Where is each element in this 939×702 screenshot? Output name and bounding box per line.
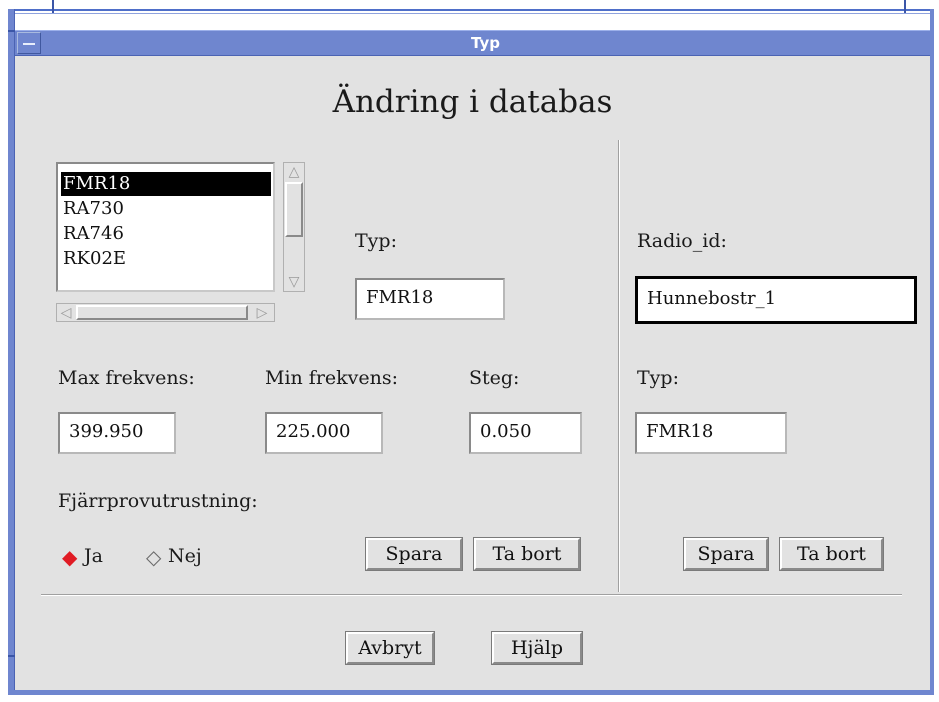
window-frame-top-line — [8, 13, 934, 14]
frame-corner-notch — [904, 0, 906, 13]
max-frequency-label: Max frekvens: — [58, 367, 195, 389]
window-frame-top — [8, 9, 934, 11]
right-type-field[interactable]: FMR18 — [635, 412, 787, 454]
step-field[interactable]: 0.050 — [469, 412, 582, 454]
radio-selected-icon: ◆ — [62, 545, 78, 569]
radio-yes[interactable]: ◆ Ja — [62, 544, 140, 570]
window-frame-left[interactable] — [8, 9, 15, 695]
panel-divider — [618, 140, 620, 592]
radio-no-label: Nej — [168, 545, 202, 567]
radio-unselected-icon: ◇ — [146, 545, 162, 569]
type-listbox[interactable]: FMR18 RA730 RA746 RK02E — [56, 162, 275, 292]
type-label: Typ: — [355, 230, 397, 252]
list-item[interactable]: RA730 — [61, 197, 271, 221]
type-field[interactable]: FMR18 — [355, 278, 505, 320]
horizontal-scroll-thumb[interactable] — [76, 305, 248, 320]
left-delete-button[interactable]: Ta bort — [473, 537, 581, 571]
window-menu-button[interactable] — [17, 32, 41, 54]
scroll-down-arrow-icon[interactable]: ▽ — [286, 275, 302, 289]
min-frequency-label: Min frekvens: — [265, 367, 399, 389]
frame-corner-notch — [52, 0, 54, 13]
footer-divider — [41, 594, 902, 596]
frame-corner-notch — [8, 655, 15, 657]
radio-yes-label: Ja — [84, 545, 103, 567]
scroll-up-arrow-icon[interactable]: △ — [286, 165, 302, 179]
right-save-button[interactable]: Spara — [683, 537, 769, 571]
max-frequency-field[interactable]: 399.950 — [58, 412, 176, 454]
window-title: Typ — [471, 34, 500, 52]
dialog-heading: Ändring i databas — [332, 84, 613, 120]
remote-test-equipment-label: Fjärrprovutrustning: — [58, 490, 258, 512]
right-delete-button[interactable]: Ta bort — [779, 537, 884, 571]
radio-id-field[interactable]: Hunnebostr_1 — [635, 276, 917, 324]
help-button[interactable]: Hjälp — [491, 631, 583, 665]
frame-corner-notch — [8, 30, 15, 32]
window-frame-bottom[interactable] — [8, 690, 934, 695]
list-item[interactable]: RK02E — [61, 247, 271, 271]
vertical-scroll-thumb[interactable] — [285, 182, 303, 237]
scroll-left-arrow-icon[interactable]: ◁ — [58, 306, 74, 320]
right-type-label: Typ: — [637, 367, 679, 389]
window-menu-icon — [23, 43, 35, 45]
window-frame-right[interactable] — [930, 9, 934, 695]
list-item[interactable]: RA746 — [61, 222, 271, 246]
scroll-right-arrow-icon[interactable]: ▷ — [254, 306, 270, 320]
cancel-button[interactable]: Avbryt — [345, 631, 435, 665]
step-label: Steg: — [469, 367, 520, 389]
list-item[interactable]: FMR18 — [61, 172, 271, 196]
min-frequency-field[interactable]: 225.000 — [265, 412, 383, 454]
radio-id-label: Radio_id: — [637, 230, 727, 252]
radio-no[interactable]: ◇ Nej — [146, 544, 226, 570]
left-save-button[interactable]: Spara — [365, 537, 463, 571]
